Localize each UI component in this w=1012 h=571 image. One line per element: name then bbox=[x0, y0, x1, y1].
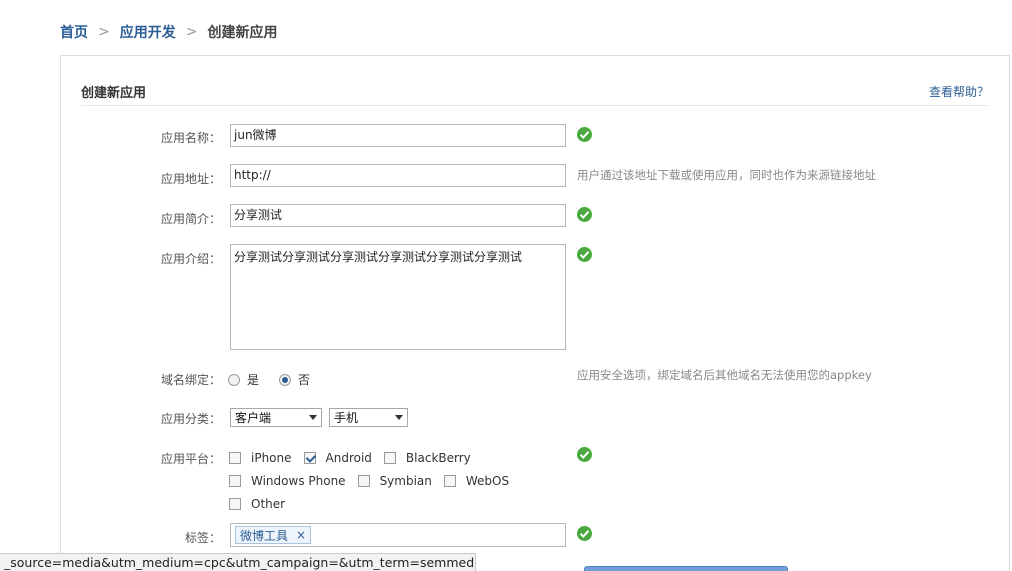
tag-remove-icon[interactable]: × bbox=[296, 528, 306, 542]
app-url-label: 应用地址： bbox=[160, 172, 221, 186]
app-summary-input[interactable]: 分享测试 bbox=[230, 204, 566, 227]
tags-label: 标签： bbox=[184, 531, 221, 545]
domain-yes-label[interactable]: 是 bbox=[247, 371, 259, 388]
platform-android-label[interactable]: Android bbox=[326, 451, 372, 465]
tag-chip-label: 微博工具 bbox=[240, 528, 289, 543]
check-ok-icon bbox=[577, 447, 592, 462]
breadcrumb: 首页 > 应用开发 > 创建新应用 bbox=[60, 23, 277, 41]
breadcrumb-app-dev-link[interactable]: 应用开发 bbox=[120, 22, 176, 42]
platform-blackberry-checkbox[interactable] bbox=[383, 452, 396, 464]
app-name-input[interactable]: jun微博 bbox=[230, 124, 566, 147]
platform-row-2: Windows Phone Symbian WebOS bbox=[229, 474, 521, 488]
platform-iphone-label[interactable]: iPhone bbox=[251, 451, 292, 465]
page-title: 创建新应用 bbox=[81, 86, 147, 101]
platform-symbian-label[interactable]: Symbian bbox=[380, 474, 432, 488]
platform-webos-checkbox[interactable] bbox=[443, 475, 456, 487]
submit-button[interactable] bbox=[584, 566, 788, 571]
chevron-down-icon bbox=[395, 415, 403, 420]
panel-header: 创建新应用 查看帮助？ bbox=[81, 82, 989, 106]
create-app-panel: 创建新应用 查看帮助？ 应用名称： jun微博 应用地址： http:// 用户… bbox=[60, 55, 1010, 571]
app-url-hint: 用户通过该地址下载或使用应用，同时也作为来源链接地址 bbox=[577, 168, 876, 182]
platform-row-3: Other bbox=[229, 497, 297, 511]
platform-iphone-checkbox[interactable] bbox=[229, 452, 241, 464]
breadcrumb-separator: > bbox=[98, 24, 110, 40]
app-intro-textarea[interactable]: 分享测试分享测试分享测试分享测试分享测试分享测试 bbox=[230, 244, 566, 350]
breadcrumb-current: 创建新应用 bbox=[207, 25, 278, 41]
platform-android-checkbox[interactable] bbox=[303, 452, 316, 464]
check-ok-icon bbox=[577, 526, 592, 541]
app-platform-label: 应用平台： bbox=[160, 452, 221, 466]
domain-no-radio[interactable] bbox=[279, 373, 292, 386]
app-intro-label: 应用介绍： bbox=[160, 252, 221, 266]
platform-other-label[interactable]: Other bbox=[251, 497, 285, 511]
category-primary-value: 客户端 bbox=[235, 411, 272, 425]
check-ok-icon bbox=[577, 247, 592, 262]
platform-windows-phone-label[interactable]: Windows Phone bbox=[251, 474, 346, 488]
help-link[interactable]: 查看帮助？ bbox=[929, 83, 989, 100]
check-ok-icon bbox=[577, 127, 592, 142]
check-ok-icon bbox=[577, 207, 592, 222]
platform-webos-label[interactable]: WebOS bbox=[466, 474, 509, 488]
platform-windows-phone-checkbox[interactable] bbox=[229, 475, 241, 487]
breadcrumb-separator: > bbox=[185, 24, 198, 40]
category-secondary-select[interactable]: 手机 bbox=[329, 408, 408, 427]
browser-status-bar: _source=media&utm_medium=cpc&utm_campaig… bbox=[0, 553, 476, 571]
domain-binding-label: 域名绑定： bbox=[160, 373, 221, 387]
tag-chip: 微博工具 × bbox=[235, 526, 312, 544]
app-name-label: 应用名称： bbox=[160, 131, 221, 145]
platform-row-1: iPhone Android BlackBerry bbox=[229, 451, 483, 465]
chevron-down-icon bbox=[309, 415, 317, 420]
category-primary-select[interactable]: 客户端 bbox=[230, 408, 322, 427]
app-url-input[interactable]: http:// bbox=[230, 164, 566, 187]
platform-other-checkbox[interactable] bbox=[229, 498, 241, 510]
tags-input[interactable]: 微博工具 × bbox=[230, 523, 566, 547]
app-category-label: 应用分类： bbox=[160, 412, 221, 426]
app-summary-label: 应用简介： bbox=[160, 212, 221, 226]
domain-yes-radio[interactable] bbox=[228, 373, 240, 386]
platform-symbian-checkbox[interactable] bbox=[357, 475, 370, 487]
platform-blackberry-label[interactable]: BlackBerry bbox=[406, 451, 471, 465]
breadcrumb-home-link[interactable]: 首页 bbox=[60, 22, 88, 42]
category-secondary-value: 手机 bbox=[334, 411, 359, 425]
domain-binding-radio-group: 是 否 bbox=[228, 371, 330, 388]
domain-binding-hint: 应用安全选项，绑定域名后其他域名无法使用您的appkey bbox=[577, 368, 872, 382]
domain-no-label[interactable]: 否 bbox=[298, 371, 310, 388]
